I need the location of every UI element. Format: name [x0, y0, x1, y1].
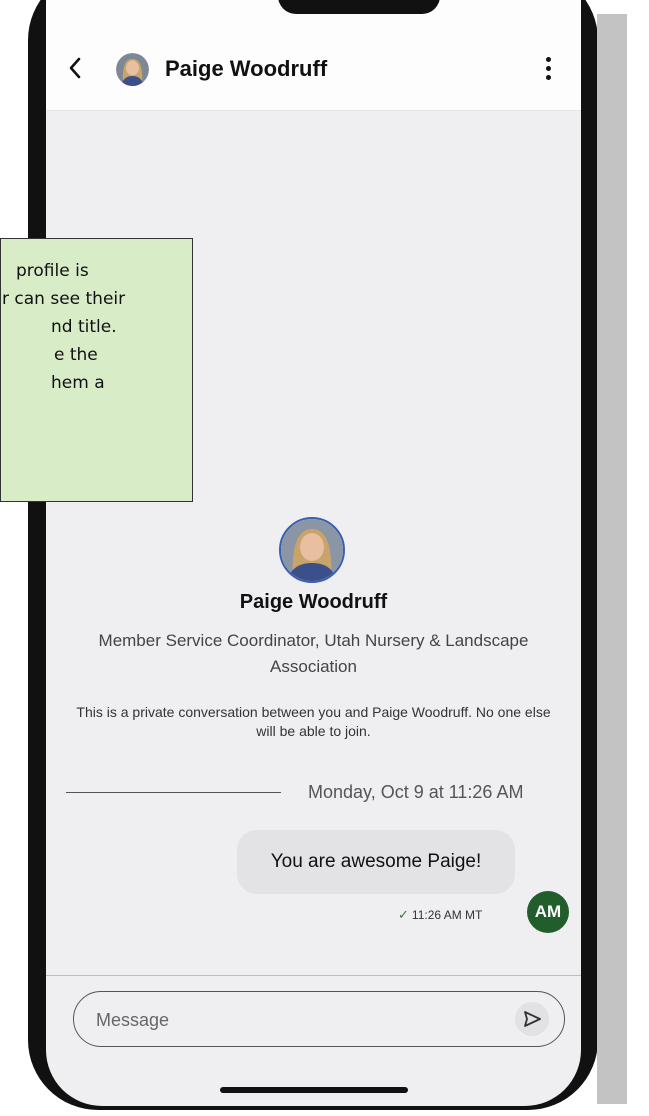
date-divider-line — [66, 792, 281, 793]
contact-name[interactable]: Paige Woodruff — [165, 56, 327, 82]
message-time: 11:26 AM MT — [411, 908, 483, 922]
annotation-line: profile is — [16, 261, 89, 281]
message-bubble[interactable]: You are awesome Paige! — [237, 830, 515, 894]
contact-avatar[interactable] — [116, 53, 149, 86]
phone-notch — [278, 0, 440, 14]
annotation-callout: profile is r can see their nd title. e t… — [0, 238, 193, 502]
more-vertical-icon — [545, 57, 551, 62]
profile-name: Paige Woodruff — [239, 591, 388, 613]
message-composer — [73, 991, 565, 1047]
sender-avatar[interactable]: AM — [527, 891, 569, 933]
chat-screen: Paige Woodruff Paige Woodruff Member Ser… — [46, 0, 581, 1106]
more-options-button[interactable] — [538, 54, 558, 88]
checkmark-icon: ✓ — [398, 907, 409, 922]
annotation-text: profile is r can see their nd title. e t… — [1, 257, 172, 397]
annotation-line: e the — [54, 345, 98, 365]
message-input[interactable] — [94, 1004, 498, 1036]
profile-job-title: Member Service Coordinator, Utah Nursery… — [98, 631, 529, 676]
home-indicator — [220, 1087, 408, 1093]
chevron-left-icon — [69, 57, 81, 79]
window-scrollbar[interactable] — [597, 14, 627, 1104]
message-meta: ✓ 11:26 AM MT — [398, 907, 482, 923]
chat-header: Paige Woodruff — [46, 0, 581, 111]
back-button[interactable] — [68, 56, 84, 84]
profile-avatar — [279, 517, 345, 583]
composer-divider — [46, 975, 581, 976]
date-divider: Monday, Oct 9 at 11:26 AM — [308, 782, 524, 802]
annotation-line: nd title. — [51, 317, 117, 337]
send-icon — [524, 1011, 541, 1027]
annotation-line: hem a — [51, 373, 105, 393]
privacy-note: This is a private conversation between y… — [76, 704, 551, 739]
send-button[interactable] — [515, 1002, 549, 1036]
annotation-line: r can see their — [2, 289, 126, 309]
